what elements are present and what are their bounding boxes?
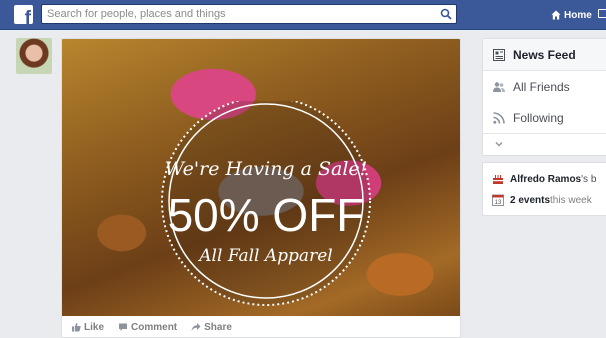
divider (483, 133, 606, 134)
logo-letter: f (24, 8, 31, 24)
chevron-down-icon[interactable] (495, 140, 503, 148)
home-label: Home (564, 9, 592, 21)
events-row[interactable]: 13 2 events this week (492, 193, 592, 207)
sale-offer: 50% OFF (168, 189, 365, 241)
calendar-day: 13 (495, 200, 502, 206)
comment-icon (119, 323, 128, 331)
like-button[interactable]: Like (71, 322, 104, 333)
friends-icon (493, 81, 505, 92)
calendar-icon: 13 (492, 194, 504, 206)
share-label: Share (204, 321, 232, 333)
home-icon (551, 10, 561, 20)
share-button[interactable]: Share (191, 322, 232, 333)
birthday-row[interactable]: Alfredo Ramos 's b (492, 172, 596, 186)
sidebar-item-label: Following (513, 110, 564, 125)
events-panel: Alfredo Ramos 's b 13 2 events this week (482, 162, 606, 216)
search-box[interactable] (41, 4, 457, 24)
sidebar-item-all-friends[interactable]: All Friends (483, 71, 606, 102)
post-image[interactable]: We're Having a Sale! 50% OFF All Fall Ap… (62, 39, 460, 316)
friend-requests-icon[interactable] (598, 9, 606, 18)
search-input[interactable] (47, 7, 427, 21)
comment-button[interactable]: Comment (118, 322, 177, 333)
birthday-suffix: 's b (581, 173, 597, 185)
feed-post: We're Having a Sale! 50% OFF All Fall Ap… (61, 38, 461, 338)
top-navigation-bar: f Home (0, 0, 606, 30)
sidebar-nav: News Feed All Friends Following (482, 38, 606, 156)
sale-headline: We're Having a Sale! (165, 158, 368, 180)
sale-subline: All Fall Apparel (197, 246, 332, 266)
home-link[interactable]: Home (551, 8, 592, 22)
sidebar-item-label: All Friends (513, 79, 570, 94)
share-icon (191, 323, 201, 331)
sidebar-item-following[interactable]: Following (483, 102, 606, 133)
facebook-logo-icon[interactable]: f (14, 5, 33, 24)
comment-label: Comment (131, 321, 178, 333)
sidebar-item-label: News Feed (513, 47, 576, 62)
following-icon (493, 111, 505, 124)
birthday-name[interactable]: Alfredo Ramos (510, 174, 581, 185)
avatar[interactable] (16, 38, 52, 74)
news-feed-icon (493, 48, 505, 61)
events-count[interactable]: 2 events (510, 195, 550, 206)
search-icon[interactable] (440, 8, 452, 20)
sidebar-item-news-feed[interactable]: News Feed (483, 39, 606, 70)
like-label: Like (84, 321, 105, 333)
events-suffix: this week (550, 194, 592, 206)
thumbs-up-icon (72, 323, 81, 332)
post-actions-bar: Like Comment Share (62, 316, 460, 337)
birthday-cake-icon (493, 175, 503, 184)
sale-badge: We're Having a Sale! 50% OFF All Fall Ap… (161, 101, 371, 306)
